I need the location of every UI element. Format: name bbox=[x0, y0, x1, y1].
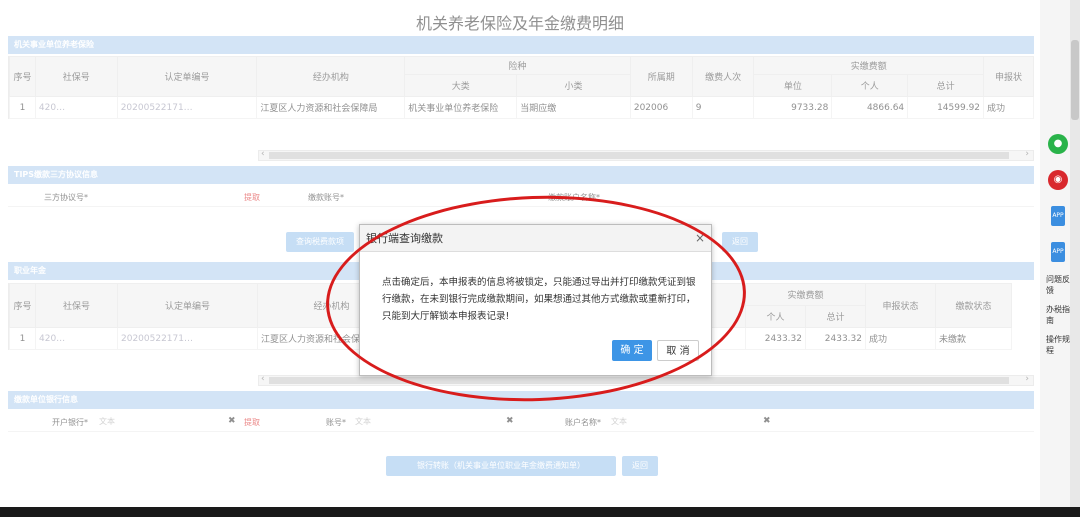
weibo-icon[interactable]: ◉ bbox=[1046, 166, 1070, 194]
sidebar-item-procedure[interactable]: 操作规程 bbox=[1046, 334, 1072, 356]
sidebar-item-feedback[interactable]: 问题反馈 bbox=[1046, 274, 1072, 296]
app-icon[interactable]: APP bbox=[1046, 202, 1070, 230]
app-icon[interactable]: APP bbox=[1046, 238, 1070, 266]
page: 机关养老保险及年金缴费明细 机关事业单位养老保险 序号 社保号 认定单编号 经办… bbox=[0, 0, 1040, 507]
vertical-scroll-thumb[interactable] bbox=[1071, 40, 1079, 120]
wechat-icon[interactable]: ● bbox=[1046, 130, 1070, 158]
sidebar-item-guide[interactable]: 办税指南 bbox=[1046, 304, 1072, 326]
bottom-bar bbox=[0, 507, 1080, 517]
side-toolbar: ● ◉ APP APP 问题反馈 办税指南 操作规程 bbox=[1046, 130, 1072, 364]
